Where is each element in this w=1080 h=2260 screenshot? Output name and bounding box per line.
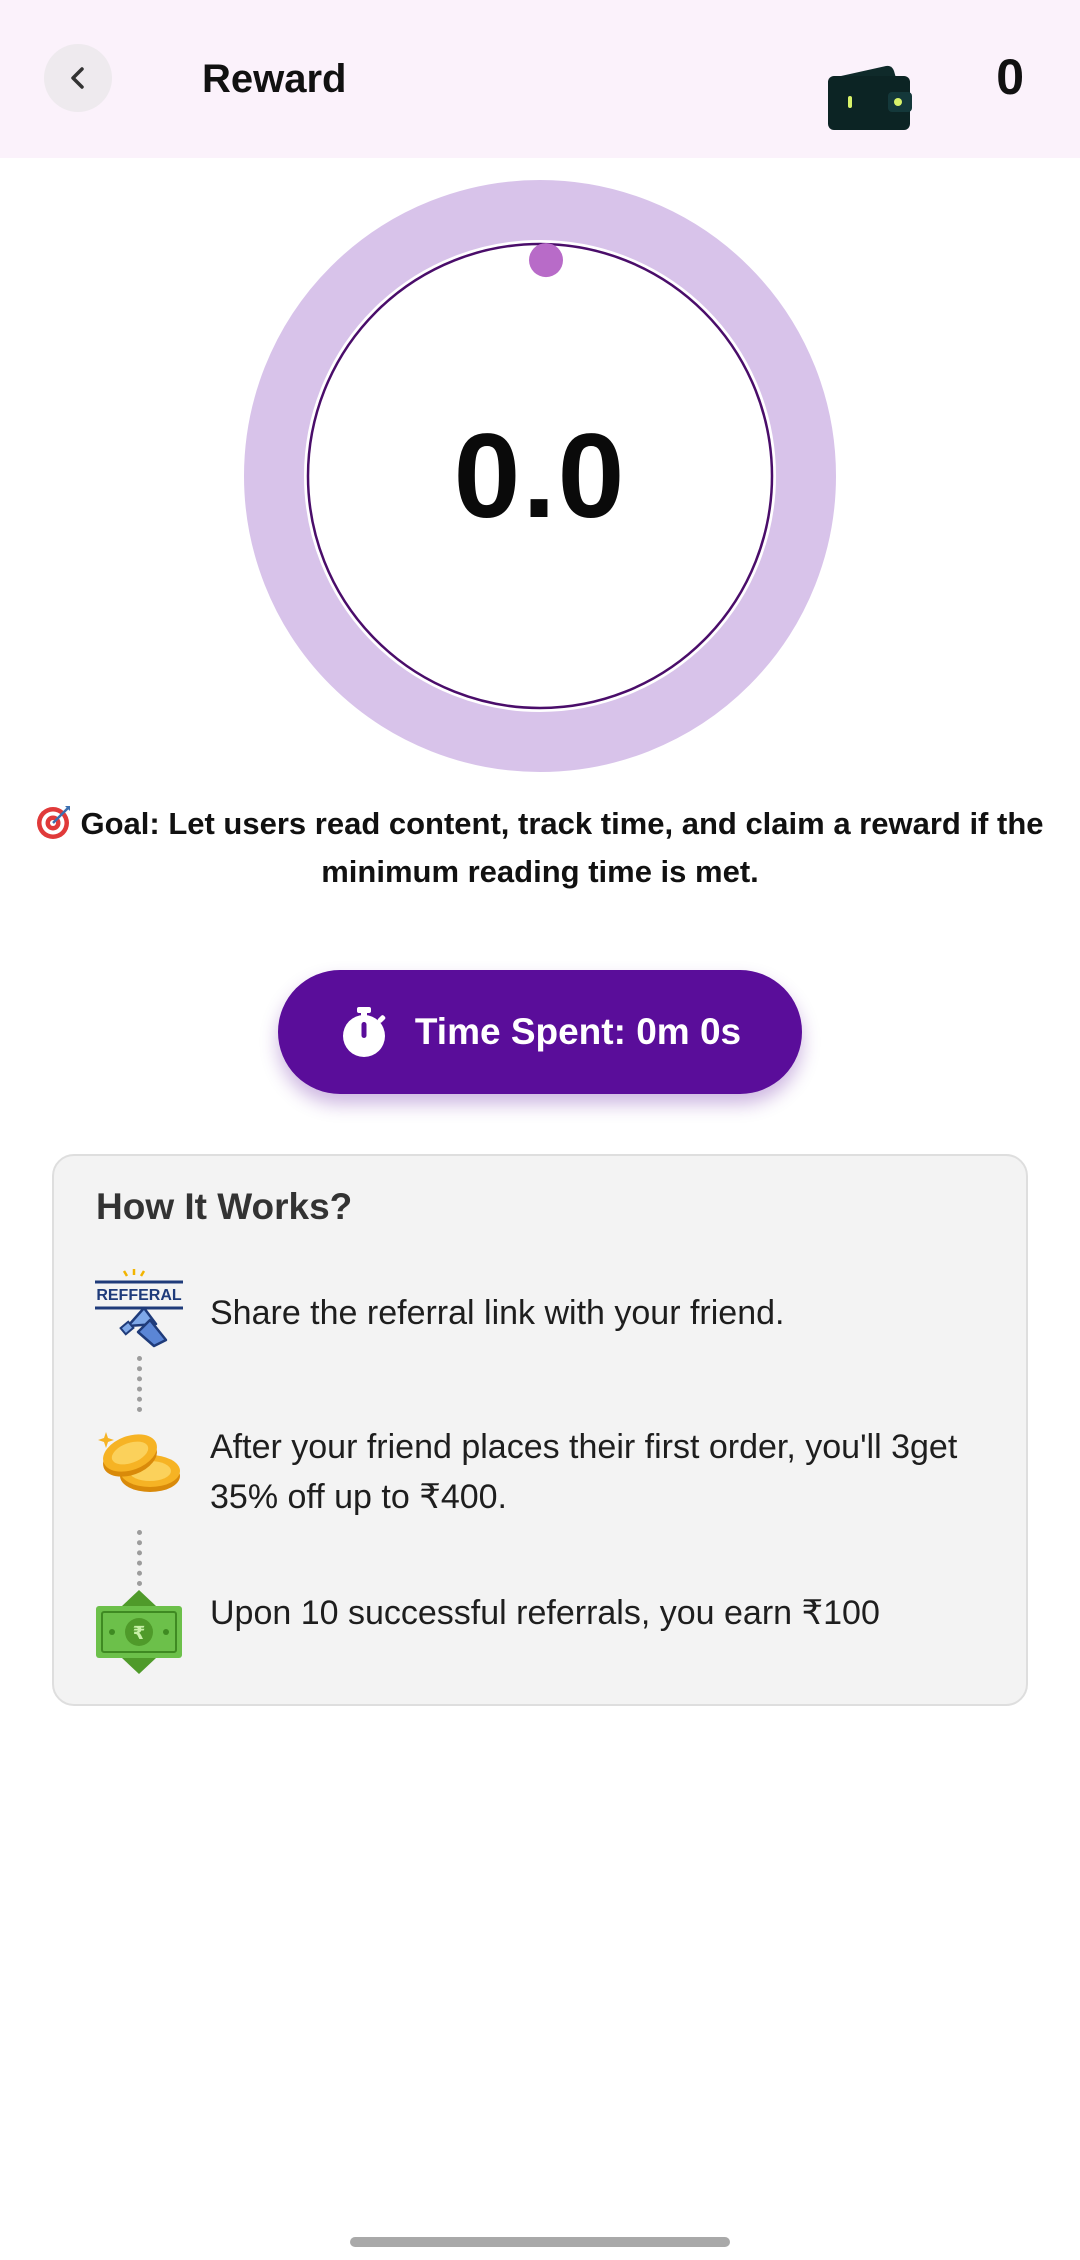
back-button[interactable] <box>44 44 112 112</box>
time-spent-button[interactable]: Time Spent: 0m 0s <box>278 970 802 1094</box>
step-share-link: Share the referral link with your friend… <box>210 1294 785 1332</box>
step-ten-referrals: Upon 10 successful referrals, you earn ₹… <box>210 1594 880 1632</box>
app-header: Reward 0 <box>0 0 1080 158</box>
time-spent-label: Time Spent: 0m 0s <box>414 1011 742 1052</box>
wallet-icon[interactable] <box>826 62 914 132</box>
home-indicator[interactable] <box>350 2237 730 2247</box>
referral-megaphone-icon: REFFERAL <box>95 1269 183 1348</box>
how-it-works-card: How It Works? REFFERAL Share the referra… <box>52 1154 1028 1706</box>
step-connector <box>137 1530 142 1586</box>
goal-description: Goal: Let users read content, track time… <box>36 800 1044 896</box>
step-friend-first-order: After your friend places their first ord… <box>210 1428 958 1516</box>
chevron-left-icon <box>71 67 84 89</box>
reading-progress-ring: 0.0 <box>244 180 836 772</box>
reading-time-value: 0.0 <box>453 409 627 543</box>
page-title: Reward <box>202 57 347 101</box>
referral-icon-text: REFFERAL <box>96 1287 182 1304</box>
svg-text:₹: ₹ <box>133 1623 146 1644</box>
stopwatch-icon <box>342 1007 386 1057</box>
wallet-balance: 0 <box>996 49 1024 105</box>
step-connector <box>137 1356 142 1412</box>
coins-icon <box>98 1432 180 1492</box>
rupee-banknote-icon: ₹ <box>96 1590 182 1674</box>
target-icon <box>37 806 71 839</box>
goal-text: Goal: Let users read content, track time… <box>80 806 1044 889</box>
how-it-works-title: How It Works? <box>96 1186 353 1227</box>
